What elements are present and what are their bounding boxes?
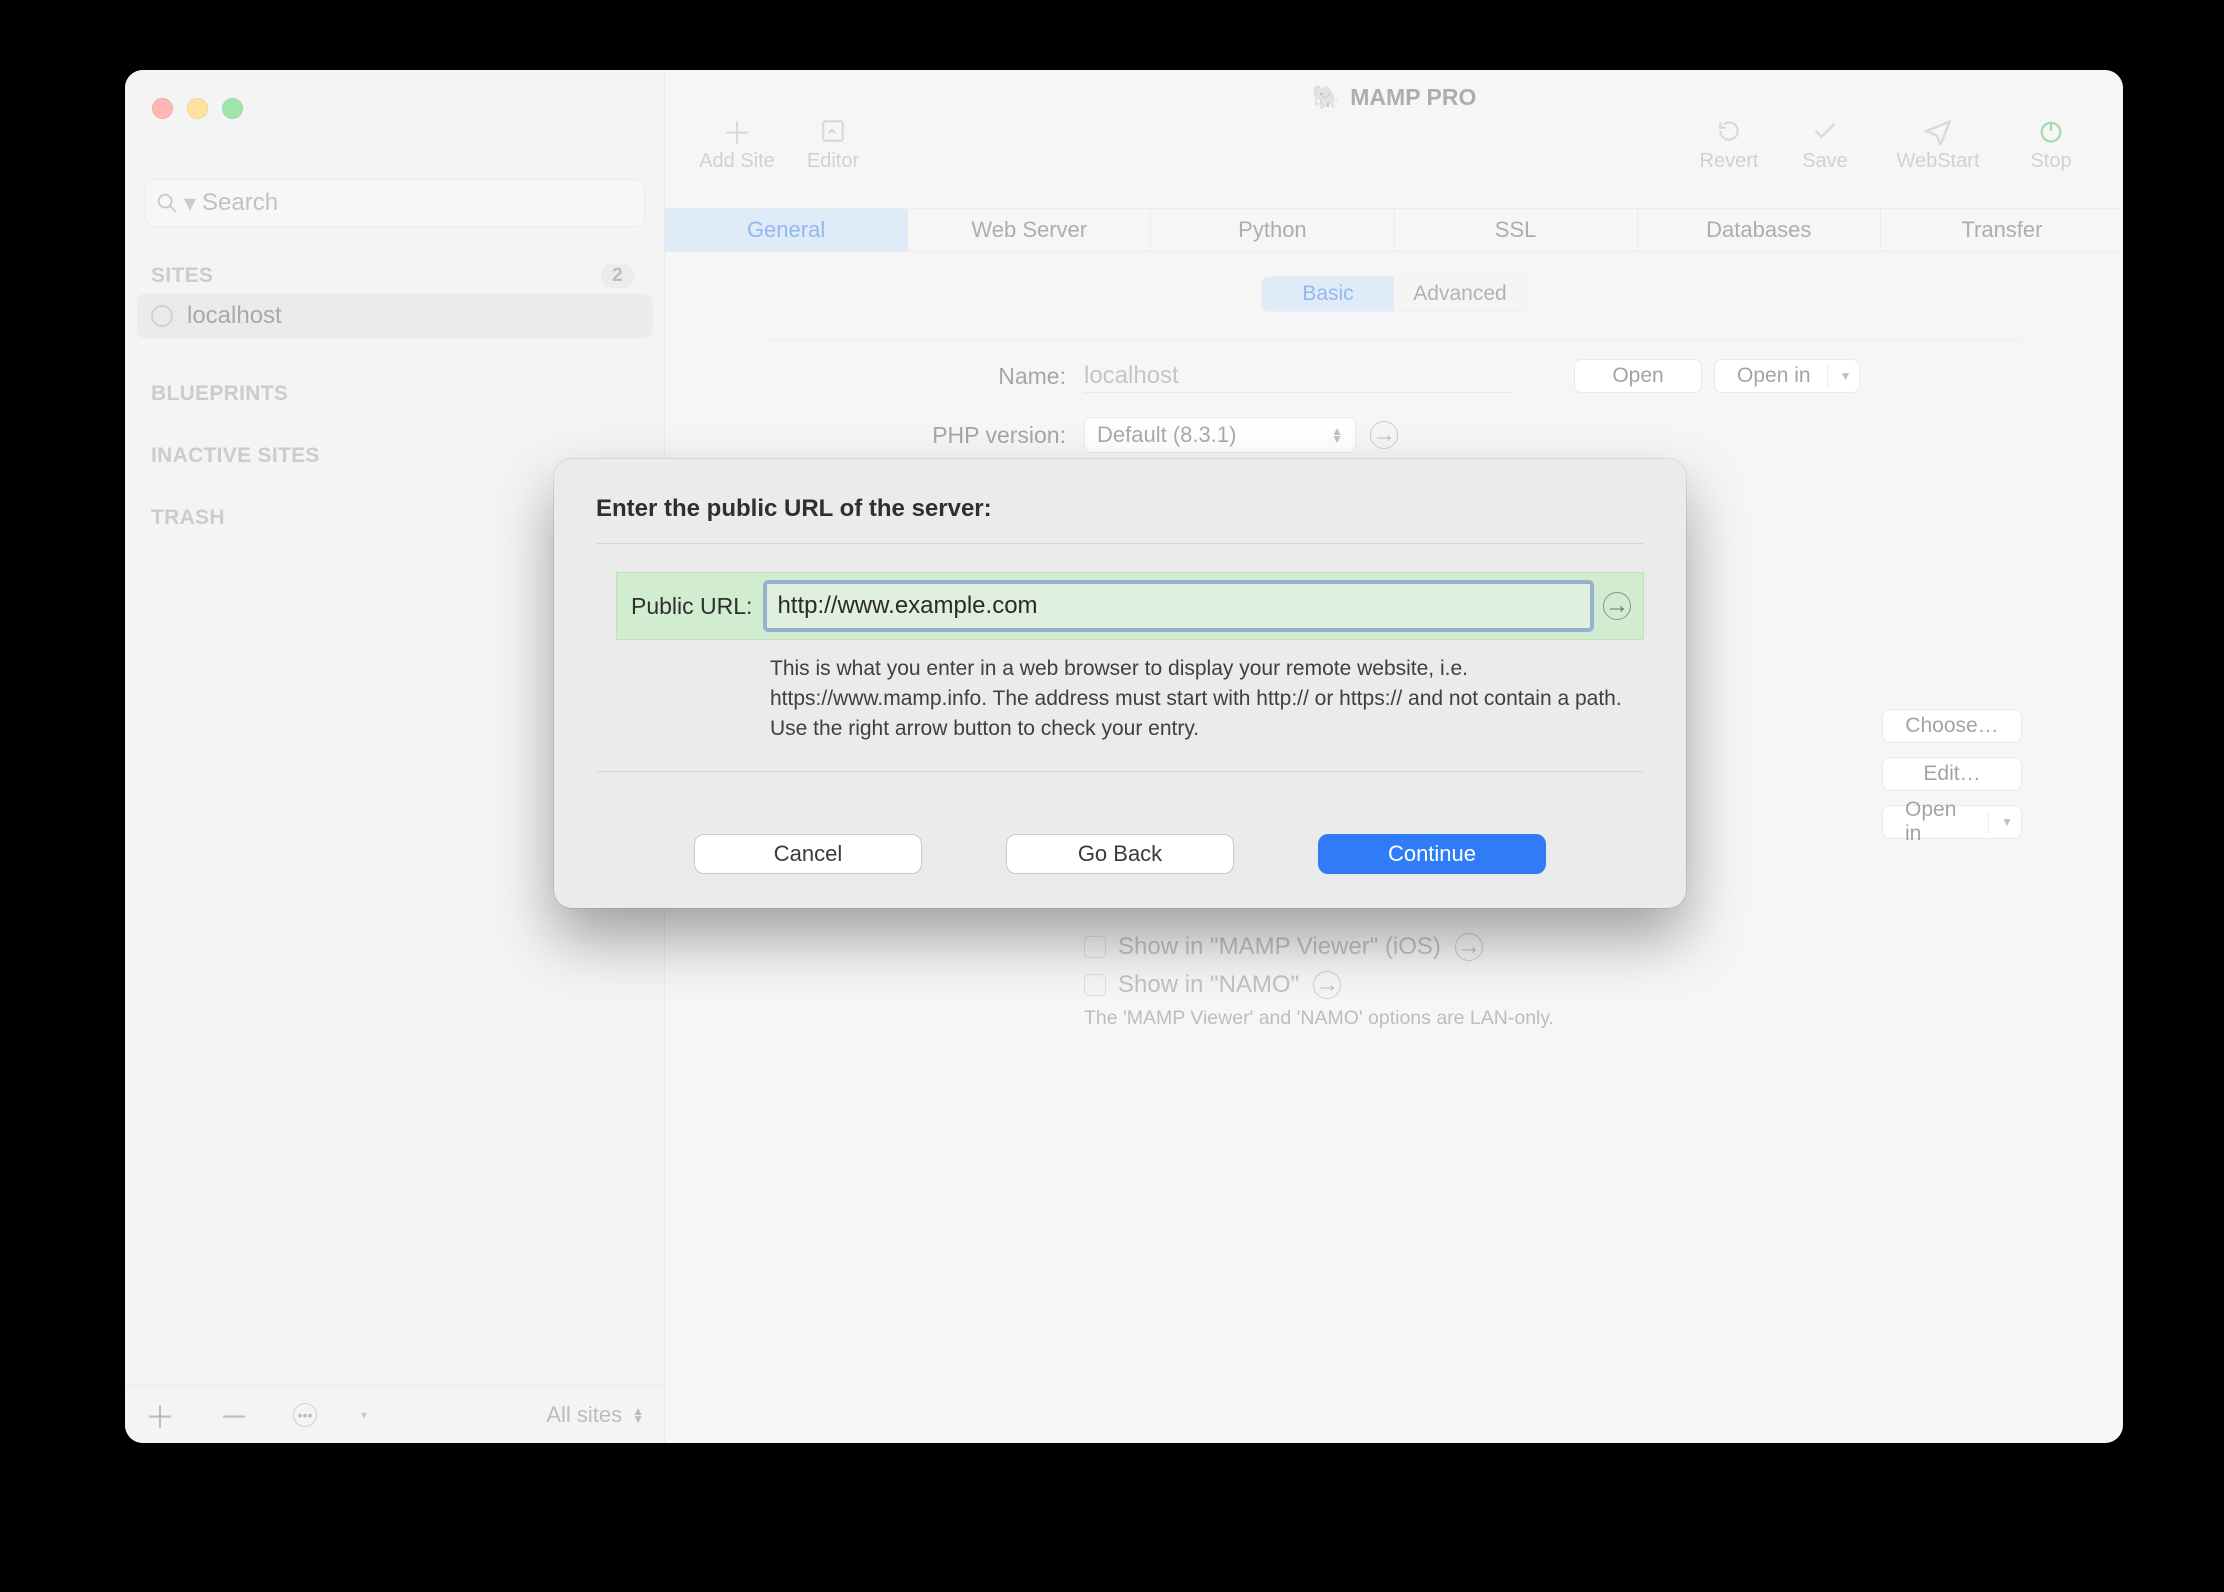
- site-status-icon: [151, 305, 173, 327]
- tab-web-server[interactable]: Web Server: [908, 209, 1151, 251]
- lan-only-note: The 'MAMP Viewer' and 'NAMO' options are…: [1084, 1005, 2022, 1032]
- arrow-right-icon[interactable]: →: [1455, 933, 1483, 961]
- checkbox-mamp-viewer[interactable]: [1084, 936, 1106, 958]
- dialog-help-text: This is what you enter in a web browser …: [770, 654, 1644, 743]
- show-namo-label: Show in "NAMO": [1118, 971, 1299, 999]
- sub-tabs: Basic Advanced: [1261, 276, 1527, 312]
- open-button[interactable]: Open: [1574, 359, 1702, 393]
- arrow-right-icon[interactable]: →: [1313, 971, 1341, 999]
- sidebar-filter-label[interactable]: All sites: [546, 1402, 622, 1428]
- add-icon[interactable]: ＋: [145, 1393, 175, 1437]
- chevron-down-icon: ▼: [1840, 369, 1852, 383]
- tab-general[interactable]: General: [665, 209, 908, 251]
- public-url-dialog: Enter the public URL of the server: Publ…: [554, 459, 1686, 908]
- open-in-label: Open in: [1905, 798, 1972, 846]
- toolbar-label: Editor: [807, 150, 859, 173]
- remove-icon[interactable]: －: [219, 1393, 249, 1437]
- open-in-button[interactable]: Open in ▼: [1714, 359, 1860, 393]
- revert-button[interactable]: Revert: [1681, 116, 1777, 173]
- public-url-row: Public URL: →: [616, 572, 1644, 640]
- editor-icon: [818, 116, 848, 146]
- app-window: ▾ SITES 2 localhost BLUEPRINTS INACTIVE …: [125, 70, 2123, 1443]
- zoom-window-icon[interactable]: [222, 98, 243, 119]
- app-logo-icon: 🐘: [1312, 84, 1341, 111]
- revert-icon: [1714, 116, 1744, 146]
- toolbar-label: Add Site: [699, 150, 775, 173]
- app-title: MAMP PRO: [1350, 84, 1476, 111]
- toolbar-label: WebStart: [1897, 150, 1980, 173]
- titlebar: 🐘 MAMP PRO: [665, 70, 2123, 110]
- show-viewer-label: Show in "MAMP Viewer" (iOS): [1118, 933, 1441, 961]
- tab-transfer[interactable]: Transfer: [1881, 209, 2123, 251]
- open-in-label: Open in: [1737, 364, 1811, 388]
- editor-button[interactable]: Editor: [785, 116, 881, 173]
- tab-databases[interactable]: Databases: [1638, 209, 1881, 251]
- tab-python[interactable]: Python: [1151, 209, 1394, 251]
- stop-button[interactable]: Stop: [2003, 116, 2099, 173]
- check-url-arrow-icon[interactable]: →: [1603, 592, 1631, 620]
- window-controls: [152, 98, 243, 119]
- arrow-right-icon[interactable]: →: [1370, 421, 1398, 449]
- minimize-window-icon[interactable]: [187, 98, 208, 119]
- chevron-up-down-icon: ▲▼: [632, 1407, 644, 1423]
- name-field[interactable]: localhost: [1084, 360, 1514, 393]
- webstart-button[interactable]: WebStart: [1873, 116, 2003, 173]
- open-in-button-2[interactable]: Open in ▼: [1882, 805, 2022, 839]
- toolbar-label: Revert: [1700, 150, 1759, 173]
- sidebar-section-blueprints[interactable]: BLUEPRINTS: [151, 382, 654, 406]
- public-url-input[interactable]: [766, 583, 1591, 629]
- php-version-select[interactable]: Default (8.3.1) ▲▼: [1084, 417, 1356, 453]
- plane-icon: [1923, 116, 1953, 146]
- toolbar-label: Save: [1802, 150, 1848, 173]
- php-version-value: Default (8.3.1): [1097, 422, 1236, 448]
- toolbar: ＋ Add Site Editor Revert Save WebStart: [665, 110, 2123, 208]
- subtab-advanced[interactable]: Advanced: [1394, 277, 1526, 311]
- search-field-wrap[interactable]: ▾: [145, 179, 645, 227]
- cancel-button[interactable]: Cancel: [694, 834, 922, 874]
- sidebar-item-localhost[interactable]: localhost: [137, 294, 653, 338]
- dialog-buttons: Cancel Go Back Continue: [596, 834, 1644, 874]
- sidebar-footer: ＋ － •••▾ All sites ▲▼: [125, 1385, 664, 1443]
- name-label: Name:: [766, 363, 1066, 390]
- main-tabs: General Web Server Python SSL Databases …: [665, 208, 2123, 252]
- sidebar-section-sites-label: SITES: [151, 264, 213, 288]
- tab-ssl[interactable]: SSL: [1395, 209, 1638, 251]
- sidebar-item-label: localhost: [187, 302, 282, 330]
- sites-count-badge: 2: [601, 264, 634, 288]
- toolbar-label: Stop: [2030, 150, 2071, 173]
- power-icon: [2036, 116, 2066, 146]
- dialog-title: Enter the public URL of the server:: [596, 495, 1644, 523]
- php-version-label: PHP version:: [766, 422, 1066, 449]
- search-input[interactable]: [200, 188, 620, 218]
- choose-button[interactable]: Choose…: [1882, 709, 2022, 743]
- save-button[interactable]: Save: [1777, 116, 1873, 173]
- edit-button[interactable]: Edit…: [1882, 757, 2022, 791]
- check-icon: [1810, 116, 1840, 146]
- more-icon[interactable]: •••: [293, 1403, 317, 1427]
- go-back-button[interactable]: Go Back: [1006, 834, 1234, 874]
- chevron-up-down-icon: ▲▼: [1331, 427, 1343, 443]
- close-window-icon[interactable]: [152, 98, 173, 119]
- subtab-basic[interactable]: Basic: [1262, 277, 1394, 311]
- add-site-button[interactable]: ＋ Add Site: [689, 116, 785, 173]
- continue-button[interactable]: Continue: [1318, 834, 1546, 874]
- search-icon: [156, 192, 178, 214]
- sidebar-section-sites: SITES 2: [151, 264, 654, 288]
- public-url-label: Public URL:: [631, 593, 752, 620]
- checkbox-namo[interactable]: [1084, 974, 1106, 996]
- chevron-down-icon: ▼: [2001, 815, 2013, 829]
- plus-icon: ＋: [722, 116, 752, 146]
